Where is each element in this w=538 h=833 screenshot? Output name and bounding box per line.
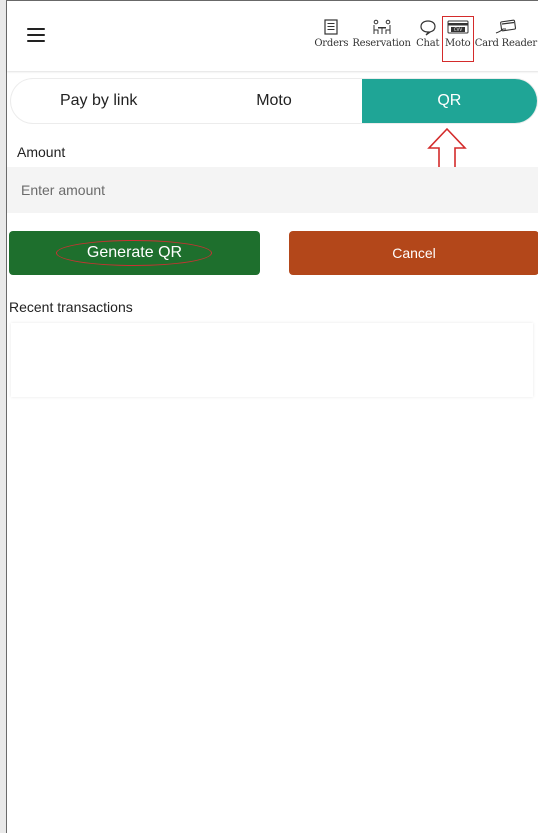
nav-item-orders[interactable]: Orders [312, 17, 350, 61]
screen-frame: Orders Reservation Chat CVV Moto Card Re… [0, 0, 538, 833]
nav-label-chat: Chat [416, 38, 440, 49]
card-reader-icon [493, 17, 519, 37]
top-bar: Orders Reservation Chat CVV Moto Card Re… [7, 1, 538, 71]
nav-label-moto: Moto [444, 38, 471, 49]
nav-item-chat[interactable]: Chat [413, 17, 443, 61]
nav-item-card-reader[interactable]: Card Reader [473, 17, 538, 61]
recent-transactions-label: Recent transactions [9, 299, 133, 315]
amount-label: Amount [17, 144, 66, 160]
generate-qr-button[interactable]: Generate QR [9, 231, 260, 275]
app-screen: Orders Reservation Chat CVV Moto Card Re… [6, 0, 538, 833]
tab-moto[interactable]: Moto [186, 79, 361, 123]
reservation-icon [369, 17, 395, 37]
payment-method-tabs: Pay by link Moto QR [11, 79, 537, 123]
amount-input[interactable] [7, 167, 538, 213]
top-nav: Orders Reservation Chat CVV Moto Card Re… [312, 16, 538, 62]
orders-icon [318, 17, 344, 37]
nav-label-card-reader: Card Reader [474, 38, 537, 49]
nav-item-reservation[interactable]: Reservation [350, 17, 412, 61]
tab-qr[interactable]: QR [361, 79, 537, 123]
hamburger-icon[interactable] [27, 28, 45, 42]
annotation-arrow-icon [427, 127, 467, 169]
nav-label-orders: Orders [314, 38, 349, 49]
nav-label-reservation: Reservation [352, 38, 411, 49]
generate-qr-label: Generate QR [86, 244, 183, 261]
recent-transactions-list [11, 323, 533, 397]
nav-item-moto[interactable]: CVV Moto [441, 16, 474, 62]
chat-icon [415, 17, 441, 37]
cancel-button[interactable]: Cancel [289, 231, 538, 275]
cvv-text: CVV [454, 27, 463, 32]
tab-pay-by-link[interactable]: Pay by link [11, 79, 186, 123]
cvv-card-icon: CVV [445, 17, 471, 37]
